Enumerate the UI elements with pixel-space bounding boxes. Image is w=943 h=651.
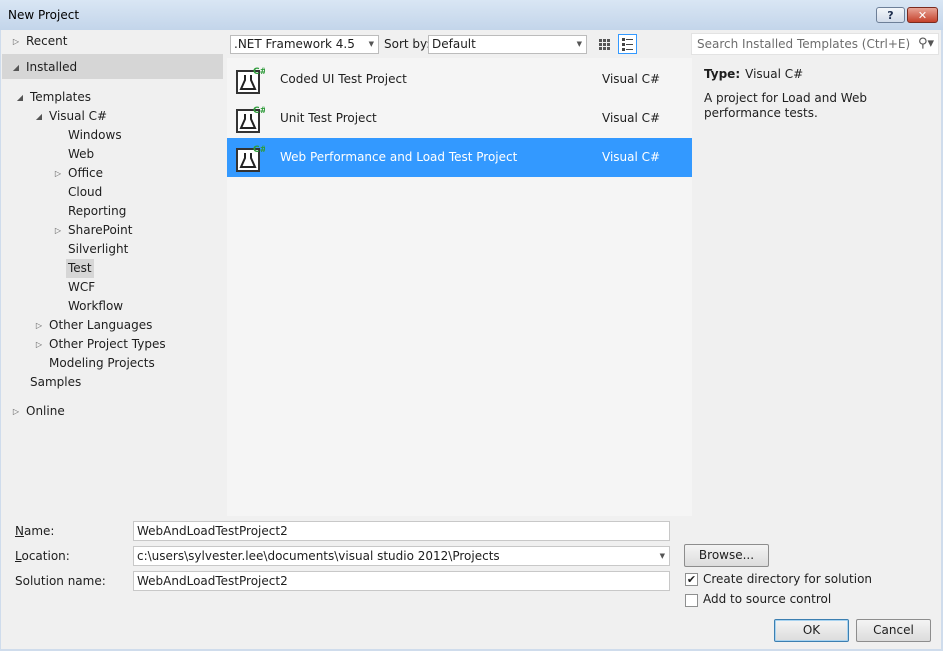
- expand-arrow-icon[interactable]: ▷: [53, 164, 63, 183]
- template-name: Coded UI Test Project: [280, 72, 407, 86]
- list-view-icon: [622, 38, 633, 51]
- collapse-arrow-icon[interactable]: ◢: [34, 107, 44, 126]
- template-description-panel: Type: Visual C# A project for Load and We…: [704, 67, 934, 121]
- tree-item-label: Installed: [26, 60, 78, 74]
- expand-arrow-icon[interactable]: ▷: [34, 335, 44, 354]
- tree-item-label: Cloud: [68, 185, 103, 199]
- browse-label: Browse...: [698, 548, 755, 562]
- test-project-icon: C#: [236, 145, 265, 172]
- create-directory-checkbox[interactable]: ✔: [685, 573, 698, 586]
- medium-icons-view-button[interactable]: [618, 34, 637, 54]
- template-name: Web Performance and Load Test Project: [280, 150, 518, 164]
- new-project-dialog: New Project ? ✕ ▷ Recent ◢ Installed ◢ T…: [0, 0, 943, 651]
- solution-name-input[interactable]: WebAndLoadTestProject2: [133, 571, 670, 591]
- svg-text:C#: C#: [253, 67, 265, 77]
- template-language: Visual C#: [602, 72, 661, 86]
- tree-item-label: WCF: [68, 280, 96, 294]
- tree-item-label: Other Languages: [49, 318, 153, 332]
- svg-text:C#: C#: [253, 145, 265, 155]
- title-bar: New Project ? ✕: [0, 0, 943, 30]
- template-description-text: A project for Load and Web performance t…: [704, 91, 867, 120]
- tree-item-label: Samples: [30, 375, 82, 389]
- test-project-icon: C#: [236, 106, 265, 133]
- tree-item-label: Other Project Types: [49, 337, 166, 351]
- tree-item-label: Web: [68, 147, 95, 161]
- framework-value: .NET Framework 4.5: [234, 37, 355, 51]
- tree-item-label: Silverlight: [68, 242, 129, 256]
- close-icon: ✕: [917, 8, 928, 22]
- framework-dropdown[interactable]: .NET Framework 4.5 ▼: [230, 35, 379, 54]
- dialog-body: ▷ Recent ◢ Installed ◢ Templates ◢ Visua…: [1, 30, 941, 649]
- sort-by-dropdown[interactable]: Default ▼: [428, 35, 587, 54]
- template-item-unit-test[interactable]: C# Unit Test Project Visual C#: [227, 99, 692, 138]
- tree-item-label: Modeling Projects: [49, 356, 155, 370]
- solution-name-value: WebAndLoadTestProject2: [137, 574, 288, 588]
- tree-item-label: Windows: [68, 128, 122, 142]
- close-button[interactable]: ✕: [907, 7, 938, 23]
- test-project-icon: C#: [236, 67, 265, 94]
- cancel-button[interactable]: Cancel: [856, 619, 931, 642]
- tree-item-label: Visual C#: [49, 109, 108, 123]
- ok-label: OK: [802, 623, 821, 637]
- tree-item-label: Office: [68, 166, 104, 180]
- chevron-down-icon: ▼: [576, 40, 582, 48]
- grid-view-icon: [599, 39, 610, 50]
- chevron-down-icon[interactable]: ▼: [660, 547, 665, 565]
- collapse-arrow-icon[interactable]: ◢: [15, 88, 25, 107]
- help-icon: ?: [887, 8, 894, 22]
- checkmark-icon: ✔: [686, 573, 697, 586]
- tree-item-label: Recent: [26, 34, 68, 48]
- tree-item-label: Test: [66, 259, 94, 278]
- tree-item-label: Reporting: [68, 204, 127, 218]
- expand-arrow-icon[interactable]: ▷: [53, 221, 63, 240]
- name-label: Name:: [15, 524, 55, 538]
- tree-item-label: SharePoint: [68, 223, 133, 237]
- tree-item-label: Workflow: [68, 299, 124, 313]
- template-name: Unit Test Project: [280, 111, 377, 125]
- cancel-label: Cancel: [873, 623, 914, 637]
- location-value: c:\users\sylvester.lee\documents\visual …: [137, 549, 500, 563]
- template-type: Type: Visual C#: [704, 67, 934, 81]
- type-label: Type:: [704, 67, 741, 81]
- ok-button[interactable]: OK: [774, 619, 849, 642]
- template-language: Visual C#: [602, 111, 661, 125]
- type-value: Visual C#: [745, 67, 804, 81]
- location-combo[interactable]: c:\users\sylvester.lee\documents\visual …: [133, 546, 670, 566]
- source-control-checkbox[interactable]: [685, 594, 698, 607]
- search-templates-input[interactable]: Search Installed Templates (Ctrl+E) ⚲▾: [691, 33, 939, 55]
- window-title: New Project: [8, 8, 80, 22]
- expand-arrow-icon[interactable]: ▷: [11, 402, 21, 421]
- tree-item-label: Online: [26, 404, 65, 418]
- template-language: Visual C#: [602, 150, 661, 164]
- search-icon[interactable]: ⚲▾: [918, 36, 934, 51]
- browse-button[interactable]: Browse...: [684, 544, 769, 567]
- sort-by-value: Default: [432, 37, 476, 51]
- project-name-value: WebAndLoadTestProject2: [137, 524, 288, 538]
- template-item-coded-ui[interactable]: C# Coded UI Test Project Visual C#: [227, 60, 692, 99]
- collapse-arrow-icon[interactable]: ◢: [11, 58, 21, 77]
- source-control-label[interactable]: Add to source control: [703, 592, 831, 606]
- location-label: Location:: [15, 549, 70, 563]
- expand-arrow-icon[interactable]: ▷: [34, 316, 44, 335]
- template-tree: ▷ Recent ◢ Installed ◢ Templates ◢ Visua…: [1, 30, 227, 516]
- template-item-web-performance-load-test[interactable]: C# Web Performance and Load Test Project…: [227, 138, 692, 177]
- tree-item-label: Templates: [30, 90, 92, 104]
- chevron-down-icon: ▼: [368, 40, 374, 48]
- expand-arrow-icon[interactable]: ▷: [11, 32, 21, 51]
- solution-name-label: Solution name:: [15, 574, 106, 588]
- template-list: C# Coded UI Test Project Visual C# C# Un…: [227, 58, 692, 516]
- create-directory-label[interactable]: Create directory for solution: [703, 572, 872, 586]
- small-icons-view-button[interactable]: [595, 34, 614, 54]
- sort-by-label: Sort by:: [384, 37, 431, 51]
- help-button[interactable]: ?: [876, 7, 905, 23]
- project-name-input[interactable]: WebAndLoadTestProject2: [133, 521, 670, 541]
- svg-text:C#: C#: [253, 106, 265, 116]
- search-placeholder: Search Installed Templates (Ctrl+E): [697, 37, 911, 51]
